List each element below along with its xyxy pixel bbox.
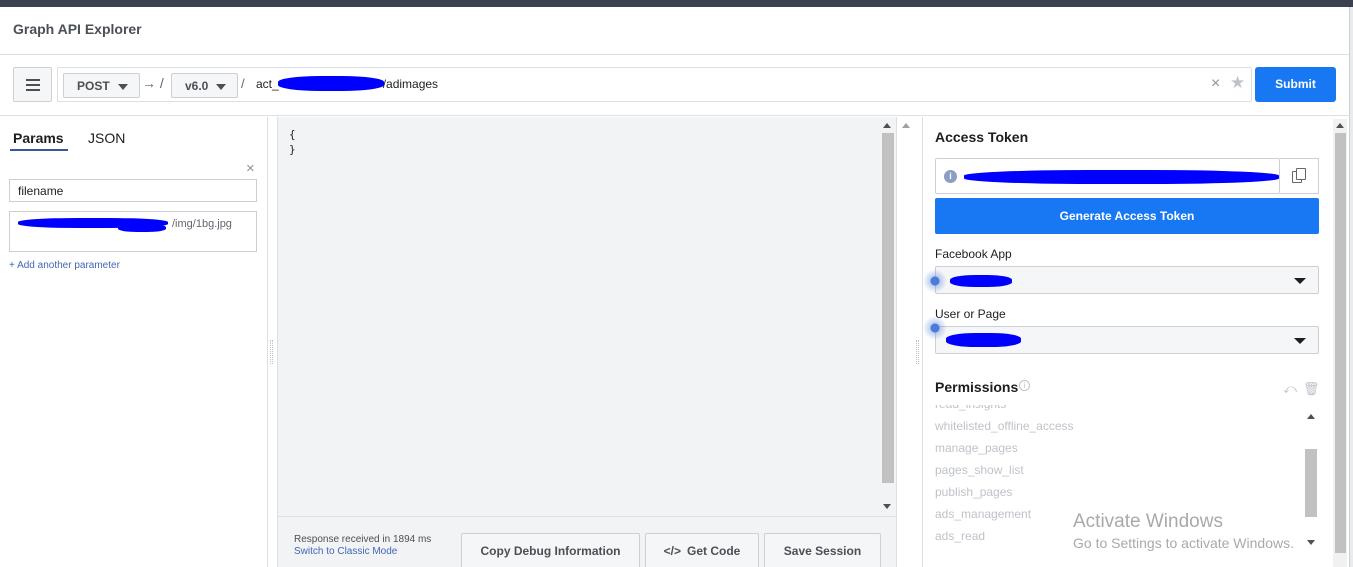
path-suffix: /adimages [382, 77, 439, 91]
scroll-up-icon[interactable] [902, 123, 910, 128]
permission-item[interactable]: publish_pages [935, 485, 1012, 499]
path-prefix: act_ [256, 77, 279, 91]
scroll-down-icon[interactable] [883, 504, 891, 509]
get-code-button[interactable]: </> Get Code [645, 533, 759, 567]
permission-item[interactable]: manage_pages [935, 441, 1018, 455]
scroll-down-icon[interactable] [1307, 540, 1315, 545]
title-bar: Graph API Explorer [0, 7, 1350, 55]
facebook-app-select[interactable] [935, 266, 1319, 294]
menu-icon-line [26, 84, 40, 86]
get-code-label: Get Code [687, 544, 741, 558]
redaction-mark [946, 333, 1021, 347]
active-tab-indicator [10, 149, 68, 151]
permissions-title: Permissions [935, 379, 1019, 395]
permission-item[interactable]: read_insights [935, 405, 1006, 411]
param-name-input[interactable]: filename [9, 179, 257, 202]
redaction-mark [118, 224, 166, 232]
save-session-label: Save Session [783, 544, 862, 558]
user-or-page-select[interactable] [935, 326, 1319, 354]
path-slash: / [241, 76, 245, 91]
response-status: Response received in 1894 ms [294, 534, 432, 545]
access-token-input[interactable]: i [935, 158, 1280, 194]
chevron-down-icon [216, 84, 226, 90]
scroll-up-icon[interactable] [883, 123, 891, 128]
menu-button[interactable] [13, 67, 52, 102]
menu-icon-line [26, 79, 40, 81]
access-token-title: Access Token [935, 129, 1029, 145]
info-icon: i [944, 170, 957, 183]
permission-item[interactable]: ads_read [935, 529, 985, 543]
copy-icon [1296, 168, 1306, 180]
add-parameter-link[interactable]: + Add another parameter [9, 260, 120, 271]
params-panel: Params JSON × filename /img/1bg.jpg + Ad… [0, 117, 268, 567]
watermark-line-1: Activate Windows [1073, 511, 1223, 532]
scroll-up-icon[interactable] [1307, 414, 1315, 419]
chevron-down-icon [1294, 338, 1306, 344]
focus-indicator [923, 316, 947, 340]
redaction-mark [278, 76, 384, 91]
menu-icon-line [26, 89, 40, 91]
url-input[interactable]: POST → / v6.0 / act_ /adimages × ★ [57, 67, 1252, 102]
trash-icon[interactable]: 🗑 [1303, 381, 1320, 397]
save-session-button[interactable]: Save Session [764, 533, 881, 567]
redaction-mark [950, 275, 1012, 287]
user-or-page-label: User or Page [935, 307, 1006, 321]
version-value: v6.0 [185, 79, 209, 93]
response-footer: Response received in 1894 ms Switch to C… [278, 516, 896, 567]
redaction-mark [964, 170, 1279, 184]
permission-item[interactable]: ads_management [935, 507, 1031, 521]
access-token-panel: Access Token i Generate Access Token Fac… [922, 117, 1349, 567]
permission-item[interactable]: whitelisted_offline_access [935, 419, 1074, 433]
copy-debug-button[interactable]: Copy Debug Information [461, 533, 640, 567]
permissions-scroll-thumb[interactable] [1305, 449, 1317, 517]
chevron-down-icon [1294, 278, 1306, 284]
method-select[interactable]: POST [63, 73, 140, 98]
generate-token-button[interactable]: Generate Access Token [935, 198, 1319, 234]
info-icon: i [1019, 380, 1030, 391]
response-scroll-thumb[interactable] [882, 133, 894, 483]
star-icon[interactable]: ★ [1230, 73, 1245, 93]
permission-item[interactable]: pages_show_list [935, 463, 1024, 477]
chevron-down-icon [118, 84, 128, 90]
response-body: { } [289, 128, 296, 156]
param-value-text: /img/1bg.jpg [172, 218, 232, 230]
code-icon: </> [663, 544, 681, 558]
response-panel: { } Response received in 1894 ms Switch … [277, 117, 910, 567]
tab-params[interactable]: Params [13, 130, 64, 146]
path-arrow: → / [142, 75, 164, 91]
page-title: Graph API Explorer [13, 21, 142, 37]
watermark-line-2: Go to Settings to activate Windows. [1073, 535, 1294, 551]
focus-indicator [923, 269, 947, 293]
windows-activation-watermark: Activate Windows Go to Settings to activ… [1073, 511, 1294, 551]
tab-json[interactable]: JSON [88, 130, 125, 146]
scroll-up-icon[interactable] [1336, 123, 1344, 128]
copy-debug-label: Copy Debug Information [480, 544, 621, 558]
clear-icon[interactable]: × [1211, 75, 1220, 93]
method-value: POST [77, 79, 110, 93]
resize-handle[interactable] [270, 340, 273, 364]
request-bar: POST → / v6.0 / act_ /adimages × ★ Submit [0, 56, 1350, 116]
param-value-input[interactable]: /img/1bg.jpg [9, 211, 257, 252]
submit-button[interactable]: Submit [1255, 67, 1336, 102]
version-select[interactable]: v6.0 [171, 73, 238, 98]
remove-param-icon[interactable]: × [246, 160, 255, 177]
top-strip [0, 0, 1353, 7]
resize-handle[interactable] [916, 340, 919, 364]
panel-scroll-thumb[interactable] [1335, 133, 1346, 553]
facebook-app-label: Facebook App [935, 247, 1012, 261]
undo-icon[interactable]: ⤺ [1283, 381, 1297, 397]
classic-mode-link[interactable]: Switch to Classic Mode [294, 546, 397, 557]
copy-token-button[interactable] [1280, 158, 1319, 194]
